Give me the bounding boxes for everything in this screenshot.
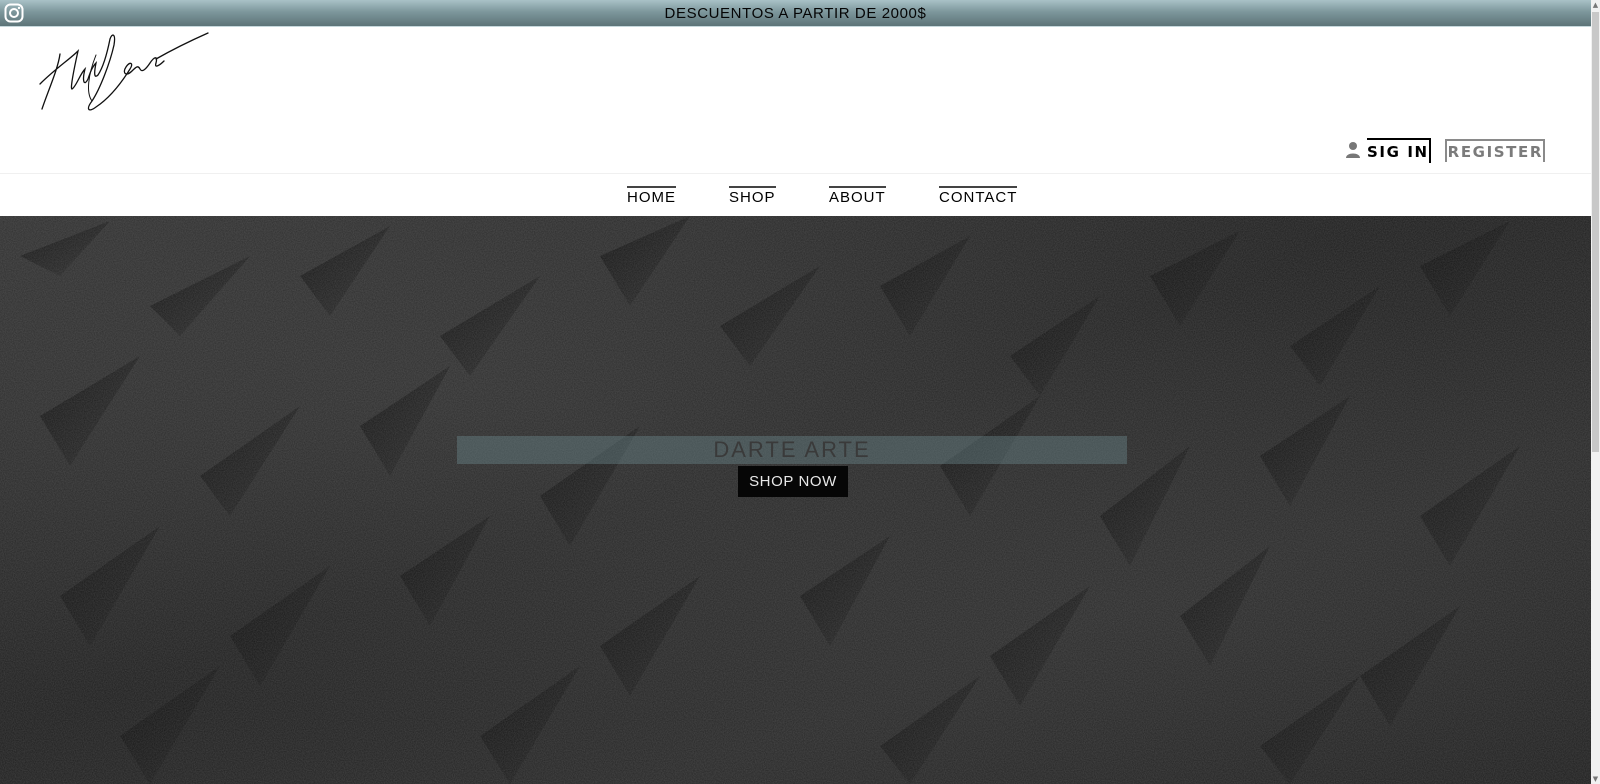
site-header: SIG IN REGISTER bbox=[0, 27, 1591, 174]
auth-links: SIG IN REGISTER bbox=[1345, 137, 1545, 163]
signature-logo[interactable] bbox=[30, 29, 210, 117]
sand-texture-image bbox=[0, 216, 1591, 784]
promo-text: DESCUENTOS A PARTIR DE 2000$ bbox=[664, 5, 927, 22]
user-icon bbox=[1346, 142, 1361, 158]
page: DESCUENTOS A PARTIR DE 2000$ SIG IN REGI… bbox=[0, 0, 1600, 784]
shop-now-button[interactable]: SHOP NOW bbox=[738, 466, 848, 497]
register-link[interactable]: REGISTER bbox=[1444, 138, 1545, 162]
nav-item-shop[interactable]: SHOP bbox=[729, 186, 776, 206]
nav-item-about[interactable]: ABOUT bbox=[829, 186, 886, 206]
page-scrollbar[interactable]: ▲ ▼ bbox=[1591, 0, 1600, 784]
scrollbar-thumb[interactable] bbox=[1592, 12, 1599, 452]
sign-in-link[interactable]: SIG IN bbox=[1367, 137, 1431, 163]
main-nav: HOME SHOP ABOUT CONTACT bbox=[0, 174, 1591, 216]
nav-item-home[interactable]: HOME bbox=[627, 186, 676, 206]
hero-banner: DARTE ARTE SHOP NOW bbox=[0, 216, 1591, 784]
announcement-bar: DESCUENTOS A PARTIR DE 2000$ bbox=[0, 0, 1591, 27]
scroll-down-icon[interactable]: ▼ bbox=[1591, 774, 1600, 784]
hero-title: DARTE ARTE bbox=[713, 437, 871, 462]
scroll-up-icon[interactable]: ▲ bbox=[1591, 0, 1600, 10]
nav-item-contact[interactable]: CONTACT bbox=[939, 186, 1018, 206]
